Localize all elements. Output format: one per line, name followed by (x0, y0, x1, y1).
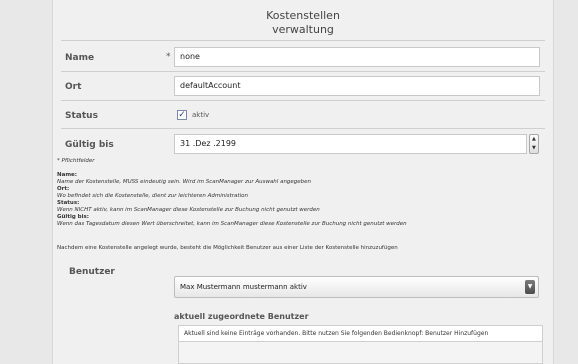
status-help-heading: Status: (57, 200, 80, 206)
required-marker: * (166, 52, 171, 62)
valid-until-field[interactable]: 31 .Dez .2199 (174, 134, 527, 154)
user-select-value: Max Mustermann mustermann aktiv (180, 283, 307, 291)
chevron-down-icon[interactable]: ▼ (525, 280, 535, 294)
status-checkbox-label: aktiv (192, 111, 210, 119)
name-label: Name (65, 53, 95, 63)
user-label: Benutzer (69, 267, 115, 277)
assigned-users-table: Aktuell sind keine Einträge vorhanden. B… (178, 325, 543, 364)
row-divider (61, 71, 545, 72)
ort-label: Ort (65, 82, 82, 92)
ort-help-text: Wo befindet sich die Kostenstelle, dient… (57, 193, 248, 199)
status-checkbox[interactable]: ✓ (177, 110, 187, 120)
title-divider (61, 40, 545, 41)
required-fields-note: * Pflichtfelder (57, 158, 95, 164)
page-title: Kostenstellen (266, 9, 340, 22)
status-label: Status (65, 111, 98, 121)
user-select[interactable]: Max Mustermann mustermann aktiv ▼ (174, 276, 539, 298)
spinner-up-icon[interactable]: ▲ (532, 137, 536, 142)
valid-until-help-text: Wenn das Tagesdatum diesen Wert überschr… (57, 221, 407, 227)
spinner-down-icon[interactable]: ▼ (532, 146, 536, 151)
cost-center-panel: Kostenstellen verwaltung Name * none Ort… (52, 0, 554, 364)
status-help-text: Wenn NICHT aktiv, kann im ScanManager di… (57, 207, 320, 213)
assigned-users-title: aktuell zugeordnete Benutzer (174, 312, 309, 321)
empty-message: Aktuell sind keine Einträge vorhanden. B… (179, 326, 542, 342)
ort-help-heading: Ort: (57, 186, 70, 192)
name-field[interactable]: none (174, 47, 540, 67)
name-help-heading: Name: (57, 172, 77, 178)
date-spinner[interactable]: ▲ ▼ (529, 134, 539, 154)
page-title-line2: verwaltung (272, 23, 334, 36)
row-divider (61, 100, 545, 101)
name-help-text: Name der Kostenstelle, MUSS eindeutig se… (57, 179, 312, 185)
ort-field[interactable]: defaultAccount (174, 76, 540, 96)
row-divider (61, 128, 545, 129)
info-text: Nachdem eine Kostenstelle angelegt wurde… (57, 245, 398, 251)
valid-until-help-heading: Gültig bis: (57, 214, 89, 220)
valid-until-label: Gültig bis (65, 140, 114, 150)
